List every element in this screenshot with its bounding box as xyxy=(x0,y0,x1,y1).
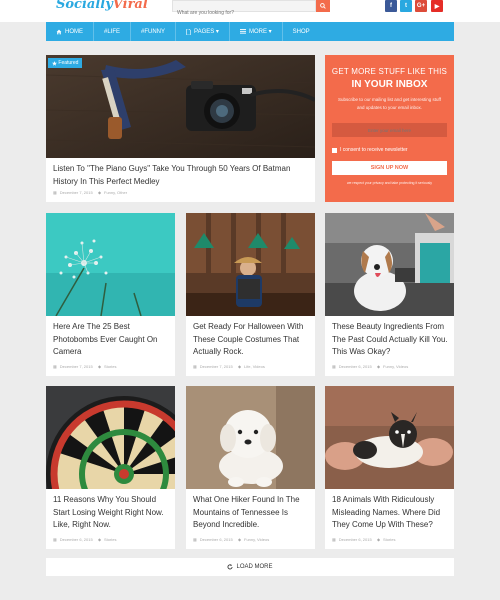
google-plus-icon[interactable]: G+ xyxy=(415,0,427,12)
post-meta: ▦ December 7, 2015 ◆ Stories xyxy=(53,364,117,369)
search-button[interactable] xyxy=(316,0,330,12)
post-card[interactable]: 18 Animals With Ridiculously Misleading … xyxy=(325,386,454,549)
tag-icon: ◆ xyxy=(97,364,102,369)
nav-life[interactable]: #LIFE xyxy=(94,22,132,41)
post-meta: ▦ December 6, 2015 ◆ Funny, Videos xyxy=(332,364,409,369)
email-field[interactable] xyxy=(332,123,447,137)
nav-shop[interactable]: SHOP xyxy=(283,22,320,41)
post-image[interactable] xyxy=(186,213,315,316)
site-header: SociallyViral f t G+ ▶ xyxy=(0,0,500,22)
newsletter-heading-2: IN YOUR INBOX xyxy=(351,79,428,90)
newsletter-text: Subscribe to our mailing list and get in… xyxy=(338,97,441,110)
calendar-icon: ▦ xyxy=(332,537,336,542)
featured-badge: Featured xyxy=(48,58,83,68)
featured-post-meta: ▦ December 7, 2015 ◆ Funny, Other xyxy=(53,190,128,195)
youtube-icon[interactable]: ▶ xyxy=(431,0,443,12)
tag-icon: ◆ xyxy=(97,537,102,542)
nav-funny[interactable]: #FUNNY xyxy=(131,22,177,41)
post-image[interactable] xyxy=(325,386,454,489)
calendar-icon: ▦ xyxy=(332,364,336,369)
post-meta: ▦ December 6, 2015 ◆ Stories xyxy=(332,537,396,542)
post-card[interactable]: These Beauty Ingredients From The Past C… xyxy=(325,213,454,376)
menu-icon xyxy=(239,29,246,34)
calendar-icon: ▦ xyxy=(53,190,57,195)
post-card[interactable]: What One Hiker Found In The Mountains of… xyxy=(186,386,315,549)
home-icon xyxy=(56,29,62,34)
featured-post-title[interactable]: Listen To "The Piano Guys" Take You Thro… xyxy=(53,163,309,188)
calendar-icon: ▦ xyxy=(193,364,197,369)
tag-icon: ◆ xyxy=(376,537,381,542)
post-image[interactable] xyxy=(186,386,315,489)
main-nav: HOME #LIFE #FUNNY PAGES ▾ MORE ▾ SHOP xyxy=(46,22,454,41)
search-box xyxy=(172,0,316,18)
post-meta: ▦ December 7, 2015 ◆ Life, Videos xyxy=(193,364,265,369)
file-icon xyxy=(186,28,191,35)
newsletter-heading: GET MORE STUFF LIKE THIS xyxy=(331,67,448,76)
post-image[interactable] xyxy=(46,213,175,316)
post-image[interactable] xyxy=(325,213,454,316)
featured-post-card[interactable]: Featured Listen To "The Piano Guys" Take… xyxy=(46,55,315,202)
signup-button[interactable]: SIGN UP NOW xyxy=(332,161,447,175)
post-title[interactable]: Get Ready For Halloween With These Coupl… xyxy=(193,321,309,359)
tag-icon: ◆ xyxy=(376,364,381,369)
post-card[interactable]: Here Are The 25 Best Photobombs Ever Cau… xyxy=(46,213,175,376)
consent-checkbox[interactable]: I consent to receive newsletter xyxy=(332,147,408,153)
twitter-icon[interactable]: t xyxy=(400,0,412,12)
site-logo[interactable]: SociallyViral xyxy=(56,0,148,12)
privacy-note: we respect your privacy and take protect… xyxy=(346,181,432,185)
post-meta: ▦ December 6, 2015 ◆ Funny, Videos xyxy=(193,537,270,542)
post-title[interactable]: 18 Animals With Ridiculously Misleading … xyxy=(332,494,448,532)
post-image[interactable] xyxy=(46,386,175,489)
post-meta: ▦ December 6, 2015 ◆ Stories xyxy=(53,537,117,542)
tag-icon: ◆ xyxy=(237,537,242,542)
post-card[interactable]: Get Ready For Halloween With These Coupl… xyxy=(186,213,315,376)
post-card[interactable]: 11 Reasons Why You Should Start Losing W… xyxy=(46,386,175,549)
tag-icon: ◆ xyxy=(237,364,242,369)
calendar-icon: ▦ xyxy=(53,537,57,542)
post-title[interactable]: These Beauty Ingredients From The Past C… xyxy=(332,321,448,359)
featured-post-image[interactable] xyxy=(46,55,315,158)
post-title[interactable]: What One Hiker Found In The Mountains of… xyxy=(193,494,309,532)
calendar-icon: ▦ xyxy=(53,364,57,369)
calendar-icon: ▦ xyxy=(193,537,197,542)
star-icon xyxy=(52,60,57,66)
nav-home[interactable]: HOME xyxy=(46,22,94,41)
post-title[interactable]: 11 Reasons Why You Should Start Losing W… xyxy=(53,494,169,532)
post-title[interactable]: Here Are The 25 Best Photobombs Ever Cau… xyxy=(53,321,169,359)
facebook-icon[interactable]: f xyxy=(385,0,397,12)
load-more-button[interactable]: LOAD MORE xyxy=(46,558,454,576)
nav-more[interactable]: MORE ▾ xyxy=(230,22,283,41)
newsletter-widget: GET MORE STUFF LIKE THIS IN YOUR INBOX S… xyxy=(325,55,454,202)
refresh-icon xyxy=(227,564,234,570)
tag-icon: ◆ xyxy=(97,190,102,195)
search-icon xyxy=(320,3,326,9)
search-input[interactable] xyxy=(173,8,303,18)
nav-pages[interactable]: PAGES ▾ xyxy=(176,22,230,41)
